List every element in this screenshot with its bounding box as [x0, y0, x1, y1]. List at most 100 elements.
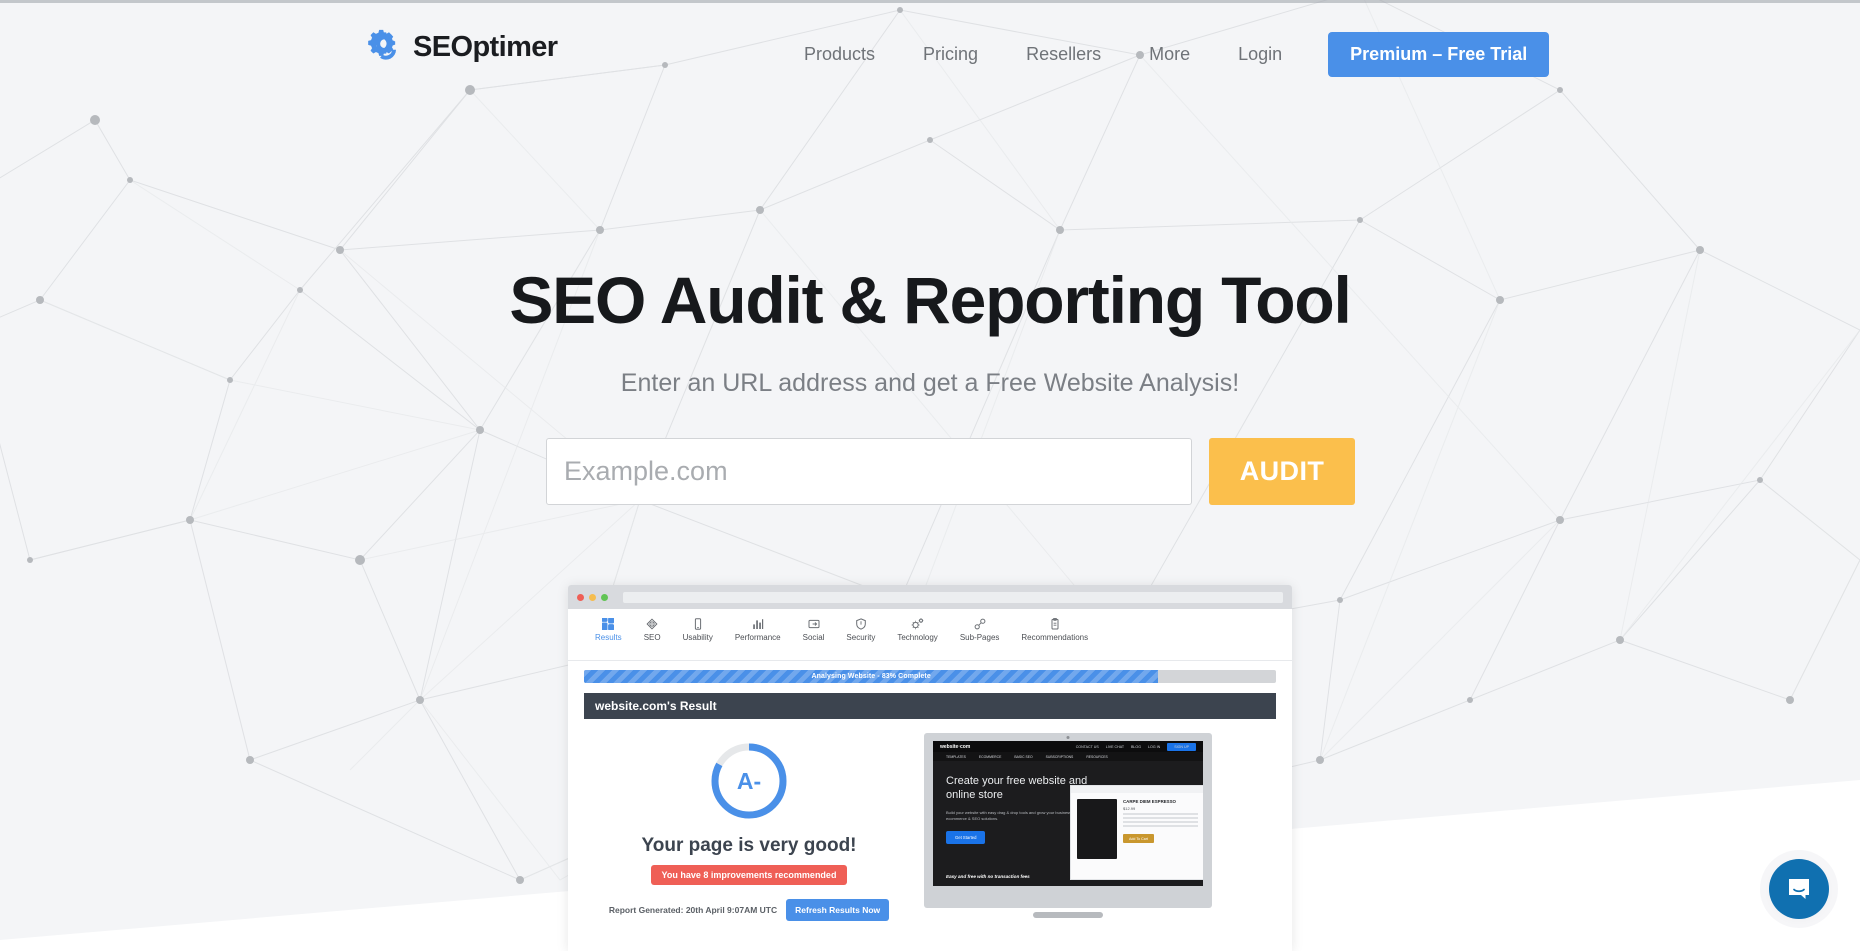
tab-label: Performance	[734, 633, 781, 642]
shield-icon	[855, 617, 867, 630]
preview-top-link: LOG IN	[1148, 744, 1161, 749]
tab-label: Technology	[897, 633, 938, 642]
preview-product-image	[1077, 799, 1117, 859]
preview-topbar: website·com CONTACT US LIVE CHAT BLOG LO…	[933, 741, 1203, 752]
score-verdict: Your page is very good!	[641, 835, 857, 856]
seoptimer-gear-refresh-icon	[368, 29, 396, 60]
preview-product-title: CARPE DIEM ESPRESSO	[1123, 799, 1176, 804]
site-preview-screenshot: website·com CONTACT US LIVE CHAT BLOG LO…	[933, 741, 1203, 886]
chat-bubble-icon	[1789, 879, 1809, 899]
nav-item-resellers[interactable]: Resellers	[1002, 35, 1125, 74]
tab-sub-pages[interactable]: Sub-Pages	[949, 617, 1011, 642]
dashboard-grid-icon	[602, 617, 615, 630]
clipboard-icon	[1049, 617, 1061, 630]
brand-name: SEOptimer	[413, 30, 558, 63]
score-gauge: A-	[707, 739, 791, 823]
link-chain-icon	[974, 617, 986, 630]
premium-free-trial-button[interactable]: Premium – Free Trial	[1328, 32, 1550, 77]
tab-label: Social	[802, 633, 825, 642]
top-accent-line	[0, 0, 1860, 3]
tab-label: Security	[846, 633, 876, 642]
preview-card-text: CARPE DIEM ESPRESSO $12.99 Add To Cart	[1123, 799, 1198, 859]
preview-text-line	[1123, 825, 1198, 827]
result-header-bar: website.com's Result	[584, 693, 1276, 719]
preview-nav-link: BASIC SEO	[1014, 754, 1033, 759]
tab-recommendations[interactable]: Recommendations	[1010, 617, 1099, 642]
tab-label: Recommendations	[1021, 633, 1089, 642]
site-preview-panel: website·com CONTACT US LIVE CHAT BLOG LO…	[924, 733, 1212, 921]
window-maximize-dot	[601, 593, 608, 601]
site-header: SEOptimer Products Pricing Resellers Mor…	[0, 0, 1860, 98]
address-bar[interactable]	[623, 591, 1283, 603]
preview-nav-link: ECOMMERCE	[978, 754, 1002, 759]
intercom-chat-launcher[interactable]	[1769, 859, 1829, 919]
preview-nav-link: SUBSCRIPTIONS	[1045, 754, 1074, 759]
preview-text-line	[1123, 821, 1198, 823]
refresh-results-button[interactable]: Refresh Results Now	[786, 899, 890, 921]
analysis-progress-wrapper: Analysing Website - 83% Complete	[568, 661, 1292, 690]
score-grade: A-	[736, 767, 762, 794]
tab-label: Usability	[682, 633, 713, 642]
tab-social[interactable]: Social	[792, 617, 836, 642]
preview-nav-link: RESOURCES	[1086, 754, 1108, 759]
preview-card-header	[1071, 786, 1203, 793]
target-eye-icon	[646, 617, 658, 630]
tab-results[interactable]: Results	[584, 617, 633, 642]
report-tab-bar: Results SEO Usability Performance Social…	[568, 609, 1292, 661]
site-preview-device: website·com CONTACT US LIVE CHAT BLOG LO…	[924, 733, 1212, 908]
preview-top-links: CONTACT US LIVE CHAT BLOG LOG IN SIGN UP	[1075, 742, 1196, 751]
nav-item-pricing[interactable]: Pricing	[899, 35, 1002, 74]
report-generated-timestamp: Report Generated: 20th April 9:07AM UTC	[608, 905, 778, 915]
preview-signup-button: SIGN UP	[1167, 742, 1196, 751]
url-input[interactable]	[546, 438, 1192, 505]
preview-product-price: $12.99	[1123, 806, 1136, 811]
tab-security[interactable]: Security	[835, 617, 886, 642]
preview-nav-link: TEMPLATES	[946, 754, 966, 759]
window-minimize-dot	[589, 593, 596, 601]
tab-usability[interactable]: Usability	[672, 617, 724, 642]
score-panel: A- Your page is very good! You have 8 im…	[584, 733, 914, 921]
report-browser-mockup: Results SEO Usability Performance Social…	[568, 585, 1292, 951]
preview-site-logo: website·com	[940, 743, 971, 750]
preview-top-link: LIVE CHAT	[1105, 744, 1125, 749]
page-title: SEO Audit & Reporting Tool	[509, 263, 1352, 337]
nav-item-products[interactable]: Products	[780, 35, 899, 74]
mockup-scroll-indicator[interactable]	[1033, 912, 1103, 918]
preview-product-card: CARPE DIEM ESPRESSO $12.99 Add To Cart	[1070, 785, 1203, 880]
share-media-icon	[808, 617, 820, 630]
preview-card-body: CARPE DIEM ESPRESSO $12.99 Add To Cart	[1071, 793, 1203, 865]
audit-button[interactable]: AUDIT	[1209, 438, 1355, 505]
analysis-progress-bar: Analysing Website - 83% Complete	[584, 670, 1276, 683]
hero-subtitle: Enter an URL address and get a Free Webs…	[620, 369, 1240, 397]
device-camera-dot	[1066, 736, 1070, 739]
brand-logo[interactable]: SEOptimer	[366, 26, 558, 68]
preview-text-line	[1123, 817, 1198, 819]
nav-item-login[interactable]: Login	[1214, 35, 1306, 74]
main-navigation: Products Pricing Resellers More Login Pr…	[780, 32, 1550, 77]
improvements-badge: You have 8 improvements recommended	[650, 865, 848, 885]
preview-paragraph: Build your website with easy drag & drop…	[946, 809, 1080, 821]
analysis-progress-label: Analysing Website - 83% Complete	[811, 673, 931, 680]
mockup-browser-chrome	[568, 585, 1292, 609]
gears-icon	[911, 617, 924, 630]
preview-navbar: TEMPLATES ECOMMERCE BASIC SEO SUBSCRIPTI…	[933, 752, 1203, 761]
preview-get-started-button: Get Started	[946, 830, 986, 844]
tab-label: Sub-Pages	[959, 633, 1000, 642]
bar-chart-icon	[752, 617, 764, 630]
nav-item-more[interactable]: More	[1125, 35, 1214, 74]
preview-add-to-cart-button: Add To Cart	[1123, 834, 1154, 844]
page-root: SEOptimer Products Pricing Resellers Mor…	[0, 0, 1860, 951]
report-body: A- Your page is very good! You have 8 im…	[584, 719, 1276, 921]
window-close-dot	[577, 593, 584, 601]
tab-seo[interactable]: SEO	[633, 617, 672, 642]
tab-performance[interactable]: Performance	[724, 617, 792, 642]
audit-form: AUDIT	[546, 438, 1355, 505]
preview-footnote: Easy and free with no transaction fees	[946, 874, 1030, 879]
tab-label: Results	[595, 633, 622, 642]
preview-top-link: CONTACT US	[1075, 744, 1099, 749]
preview-top-link: BLOG	[1131, 744, 1142, 749]
tab-label: SEO	[643, 633, 661, 642]
preview-text-line	[1123, 813, 1198, 815]
mobile-phone-icon	[692, 617, 704, 630]
tab-technology[interactable]: Technology	[886, 617, 948, 642]
